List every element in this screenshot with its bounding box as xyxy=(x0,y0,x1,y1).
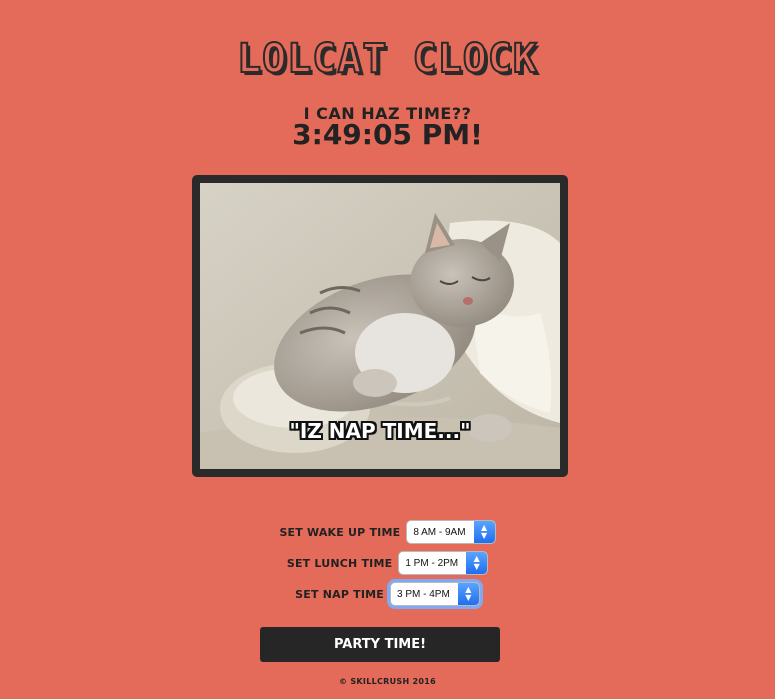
select-arrows-icon: ▲ ▼ xyxy=(466,552,488,574)
page-title: LOLCAT CLOCK xyxy=(236,35,538,83)
wake-up-time-select[interactable]: 8 AM - 9AM ▲ ▼ xyxy=(406,520,496,544)
nap-time-label: SET NAP TIME xyxy=(295,587,385,601)
image-caption: "IZ NAP TIME..." xyxy=(289,419,471,443)
wake-up-time-label: SET WAKE UP TIME xyxy=(279,525,401,539)
nap-time-row: SET NAP TIME 3 PM - 4PM ▲ ▼ xyxy=(0,580,775,608)
select-arrows-icon: ▲ ▼ xyxy=(473,521,495,543)
lolcat-image: "IZ NAP TIME..." xyxy=(192,175,568,477)
lunch-time-select[interactable]: 1 PM - 2PM ▲ ▼ xyxy=(398,551,489,575)
clock-time: 3:49:05 PM! xyxy=(292,118,483,151)
wake-up-time-value: 8 AM - 9AM xyxy=(413,526,466,538)
nap-time-value: 3 PM - 4PM xyxy=(397,588,450,600)
footer-copyright: © SKILLCRUSH 2016 xyxy=(338,677,437,686)
party-time-button[interactable]: PARTY TIME! xyxy=(260,627,500,662)
wake-up-time-row: SET WAKE UP TIME 8 AM - 9AM ▲ ▼ xyxy=(0,518,775,546)
lunch-time-value: 1 PM - 2PM xyxy=(405,557,459,569)
lunch-time-row: SET LUNCH TIME 1 PM - 2PM ▲ ▼ xyxy=(0,549,775,577)
select-arrows-icon: ▲ ▼ xyxy=(457,583,479,605)
nap-time-select[interactable]: 3 PM - 4PM ▲ ▼ xyxy=(390,582,480,606)
lunch-time-label: SET LUNCH TIME xyxy=(286,556,393,570)
